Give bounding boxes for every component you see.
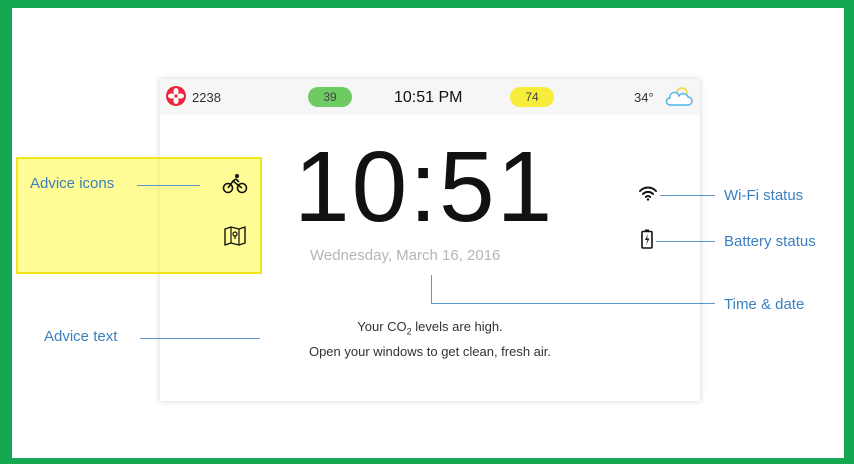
leader-time-date (431, 303, 715, 304)
yellow-status-badge: 74 (510, 87, 554, 107)
leader-advice-icons (137, 185, 200, 186)
callout-battery-status: Battery status (724, 233, 816, 250)
status-bar-time: 10:51 PM (394, 89, 463, 106)
leader-battery (656, 241, 715, 242)
map-icon[interactable] (223, 225, 247, 252)
callout-advice-text: Advice text (44, 328, 118, 345)
clock-date: Wednesday, March 16, 2016 (310, 247, 501, 264)
leader-advice-text (140, 338, 260, 339)
clock-time: 10:51 (294, 131, 555, 243)
advice-line-2: Open your windows to get clean, fresh ai… (308, 343, 552, 359)
leader-time-date-vertical (431, 275, 432, 304)
co2-count: 2238 (192, 90, 221, 105)
callout-wifi-status: Wi-Fi status (724, 187, 804, 204)
leader-wifi (660, 195, 715, 196)
green-status-badge: 39 (308, 87, 352, 107)
wifi-icon (638, 185, 658, 206)
status-bar: 2238 39 10:51 PM 74 34° (160, 79, 700, 115)
bicycle-icon[interactable] (222, 173, 248, 200)
temperature: 34° (634, 90, 654, 105)
partly-cloudy-icon (664, 85, 694, 114)
advice-text: Your CO2 levels are high. Open your wind… (160, 317, 700, 362)
battery-icon (641, 229, 653, 254)
callout-time-date: Time & date (724, 296, 805, 313)
callout-advice-icons: Advice icons (30, 175, 115, 192)
fan-icon (166, 86, 186, 106)
